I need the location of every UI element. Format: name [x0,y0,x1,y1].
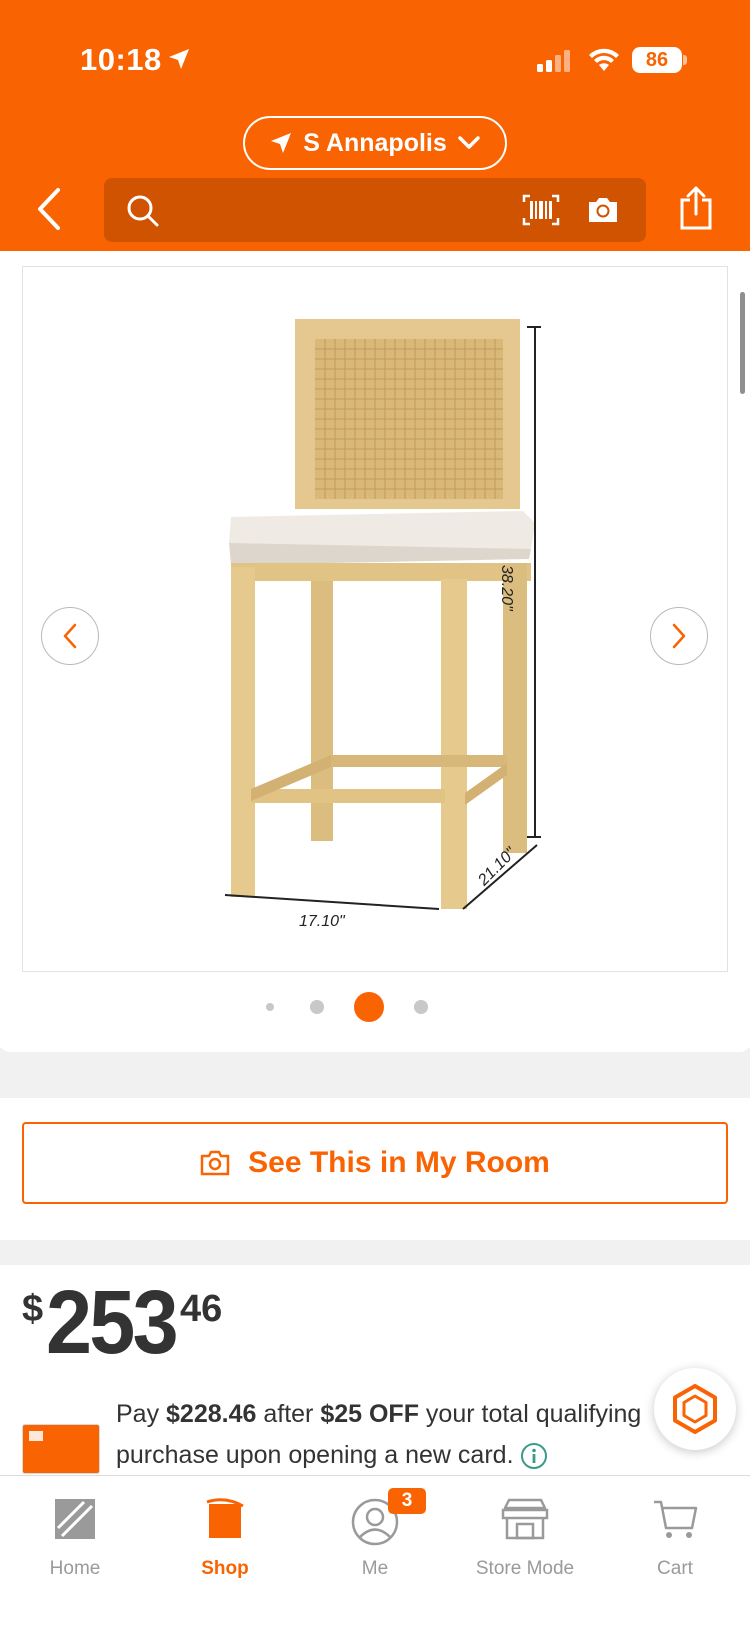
promo-text-middle: after [256,1400,321,1428]
card-logo [29,1431,43,1441]
battery-indicator: 86 [632,47,682,73]
location-arrow-icon [169,49,189,69]
notification-badge: 3 [388,1488,426,1514]
chevron-right-icon [672,623,686,649]
gallery-dot[interactable] [310,1000,324,1014]
gallery-prev-button[interactable] [41,607,99,665]
barcode-scan-icon[interactable] [522,194,560,226]
info-icon[interactable] [520,1442,548,1470]
section-divider [0,1048,750,1098]
price-currency: $ [22,1288,44,1330]
promo-discount: $25 OFF [320,1400,419,1428]
store-location-name: S Annapolis [303,128,447,157]
tab-me[interactable]: 3 Me [300,1488,450,1579]
promo-text-suffix: your total qualifying [418,1400,642,1428]
home-depot-credit-card-image [22,1424,100,1474]
promo-amount: $228.46 [166,1400,257,1428]
tab-shop-label: Shop [201,1558,249,1579]
dimension-label-height: 38.20" [498,565,515,611]
app-header: 10:18 86 S Annapolis [0,0,750,251]
gallery-pagination [0,990,750,1024]
status-time: 10:18 [80,42,162,77]
gallery-next-button[interactable] [650,607,708,665]
gallery-dot[interactable] [266,1003,274,1011]
tab-home-label: Home [49,1558,101,1579]
promo-text-line2: purchase upon opening a new card. [116,1441,514,1469]
battery-level: 86 [645,49,669,71]
promo-text-prefix: Pay [116,1400,167,1428]
wifi-icon [589,48,619,71]
price-dollars: 253 [46,1273,179,1373]
tab-store-mode-label: Store Mode [475,1558,575,1579]
share-icon[interactable] [678,186,714,230]
tab-shop[interactable]: Shop [150,1488,300,1579]
price-cents: 46 [180,1288,223,1330]
store-icon [501,1498,549,1540]
cart-icon [654,1500,698,1538]
gallery-dot-active[interactable] [354,992,384,1022]
dimension-label-width: 17.10" [299,913,345,930]
cellular-signal-icon [537,50,570,72]
credit-card-promo: Pay $228.46 after $25 OFF your total qua… [116,1394,676,1476]
hexagon-chat-icon [673,1384,717,1434]
search-icon [127,195,159,227]
tab-cart[interactable]: Cart [600,1488,750,1579]
chevron-left-icon [63,623,77,649]
chevron-down-icon [458,136,480,149]
gallery-dot[interactable] [414,1000,428,1014]
product-image-gallery[interactable]: 38.20" 17.10" 21.10" [22,266,728,972]
tab-home[interactable]: Home [0,1488,150,1579]
back-arrow-icon[interactable] [30,186,70,232]
product-image-counter-stool [224,319,541,910]
ar-camera-icon [200,1150,230,1176]
card-edge [0,1040,750,1052]
home-depot-logo-icon [55,1499,95,1539]
tab-store-mode[interactable]: Store Mode [450,1488,600,1579]
bottom-tab-bar: Home Shop 3 Me Store Mode Cart [0,1475,750,1631]
page-scrollbar[interactable] [740,292,745,394]
battery-tip [683,55,687,65]
location-arrow-icon [271,133,292,153]
see-in-my-room-button[interactable]: See This in My Room [22,1122,728,1204]
chat-assistant-button[interactable] [654,1368,736,1450]
section-divider [0,1240,750,1265]
store-location-selector[interactable]: S Annapolis [243,116,507,170]
tab-me-label: Me [361,1558,389,1579]
see-in-my-room-label: See This in My Room [248,1146,550,1179]
camera-icon[interactable] [586,196,620,224]
tab-cart-label: Cart [657,1558,693,1579]
paint-bucket-icon [206,1498,244,1538]
search-input[interactable] [104,178,646,242]
